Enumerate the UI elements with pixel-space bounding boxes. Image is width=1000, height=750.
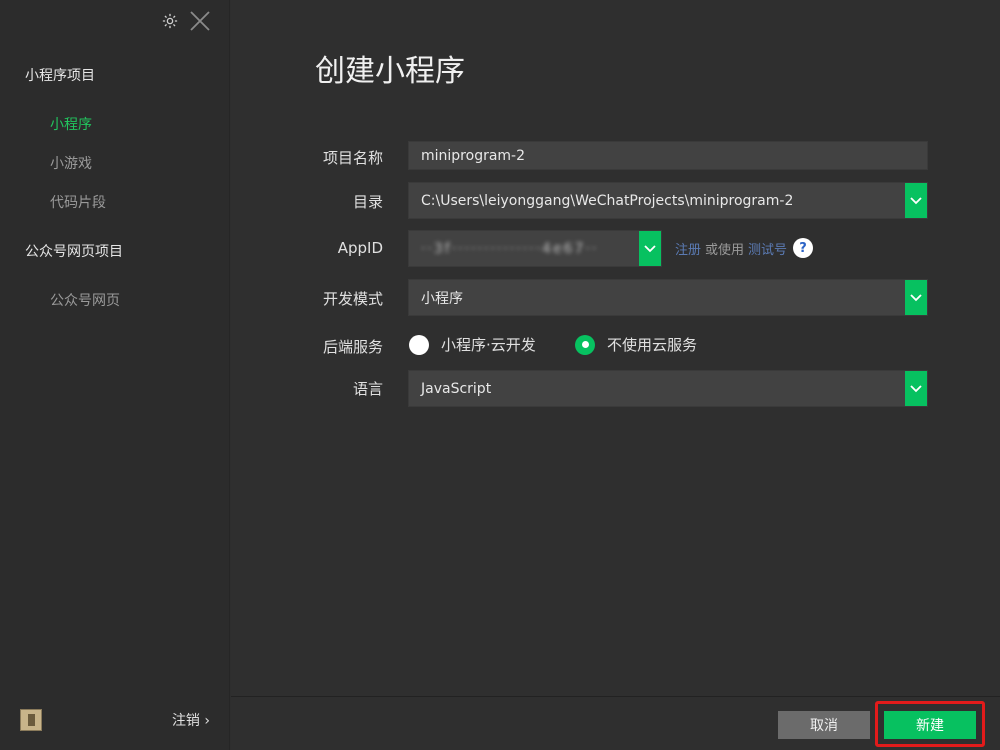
avatar[interactable] <box>20 709 42 731</box>
project-name-label: 项目名称 <box>322 149 383 167</box>
sidebar-footer: 注销 › <box>0 695 230 750</box>
sidebar-item-official-webpage[interactable]: 公众号网页 <box>50 290 120 310</box>
main-panel: 创建小程序 项目名称 miniprogram-2 目录 C:\Users\lei… <box>231 0 1000 750</box>
sidebar: 小程序项目 小程序 小游戏 代码片段 公众号网页项目 公众号网页 注销 › <box>0 0 230 750</box>
directory-label: 目录 <box>352 193 383 211</box>
radio-cloud-dev-label: 小程序·云开发 <box>441 336 536 354</box>
language-label: 语言 <box>352 380 383 398</box>
radio-cloud-dev[interactable]: 小程序·云开发 <box>409 334 536 355</box>
sidebar-group-official-account: 公众号网页项目 <box>25 244 123 260</box>
project-name-value: miniprogram-2 <box>421 147 526 164</box>
dev-mode-label: 开发模式 <box>322 290 383 308</box>
page-title: 创建小程序 <box>315 54 465 89</box>
chevron-down-icon <box>644 241 656 257</box>
sidebar-group-miniprogram: 小程序项目 <box>25 68 95 84</box>
radio-no-cloud[interactable]: 不使用云服务 <box>575 334 697 355</box>
chevron-down-icon <box>910 381 922 397</box>
project-name-input[interactable]: miniprogram-2 <box>408 141 928 170</box>
backend-label: 后端服务 <box>322 338 383 356</box>
register-link[interactable]: 注册 <box>675 239 701 258</box>
appid-value: ··3f··············4e67·· <box>421 240 599 257</box>
dev-mode-value: 小程序 <box>421 290 463 307</box>
directory-input[interactable]: C:\Users\leiyonggang\WeChatProjects\mini… <box>408 182 928 219</box>
dev-mode-select[interactable]: 小程序 <box>408 279 928 316</box>
chevron-down-icon <box>910 290 922 306</box>
cancel-button[interactable]: 取消 <box>778 711 870 739</box>
help-icon[interactable]: ? <box>793 238 814 258</box>
directory-value: C:\Users\leiyonggang\WeChatProjects\mini… <box>421 192 794 209</box>
gear-icon[interactable] <box>161 12 179 30</box>
sidebar-item-miniprogram[interactable]: 小程序 <box>50 114 92 134</box>
appid-label: AppID <box>337 239 383 257</box>
dialog-footer: 取消 新建 <box>231 696 1000 750</box>
close-icon[interactable] <box>189 10 211 32</box>
test-account-link[interactable]: 测试号 <box>748 239 787 258</box>
language-select[interactable]: JavaScript <box>408 370 928 407</box>
sidebar-item-code-snippet[interactable]: 代码片段 <box>50 192 106 212</box>
chevron-down-icon <box>910 193 922 209</box>
language-dropdown-button[interactable] <box>905 371 927 406</box>
directory-dropdown-button[interactable] <box>905 183 927 218</box>
radio-no-cloud-label: 不使用云服务 <box>607 336 698 354</box>
radio-checked-icon <box>575 334 595 355</box>
sidebar-item-minigame[interactable]: 小游戏 <box>50 153 92 173</box>
language-value: JavaScript <box>421 380 492 397</box>
sidebar-toolbar <box>161 10 211 32</box>
dev-mode-dropdown-button[interactable] <box>905 280 927 315</box>
create-button[interactable]: 新建 <box>884 711 976 739</box>
or-use-text: 或使用 <box>705 242 745 258</box>
radio-unchecked-icon <box>409 334 429 355</box>
appid-links: 注册 或使用 测试号 ? <box>675 238 814 258</box>
logout-button[interactable]: 注销 › <box>172 710 210 730</box>
appid-dropdown-button[interactable] <box>639 231 661 266</box>
appid-select[interactable]: ··3f··············4e67·· <box>408 230 662 267</box>
